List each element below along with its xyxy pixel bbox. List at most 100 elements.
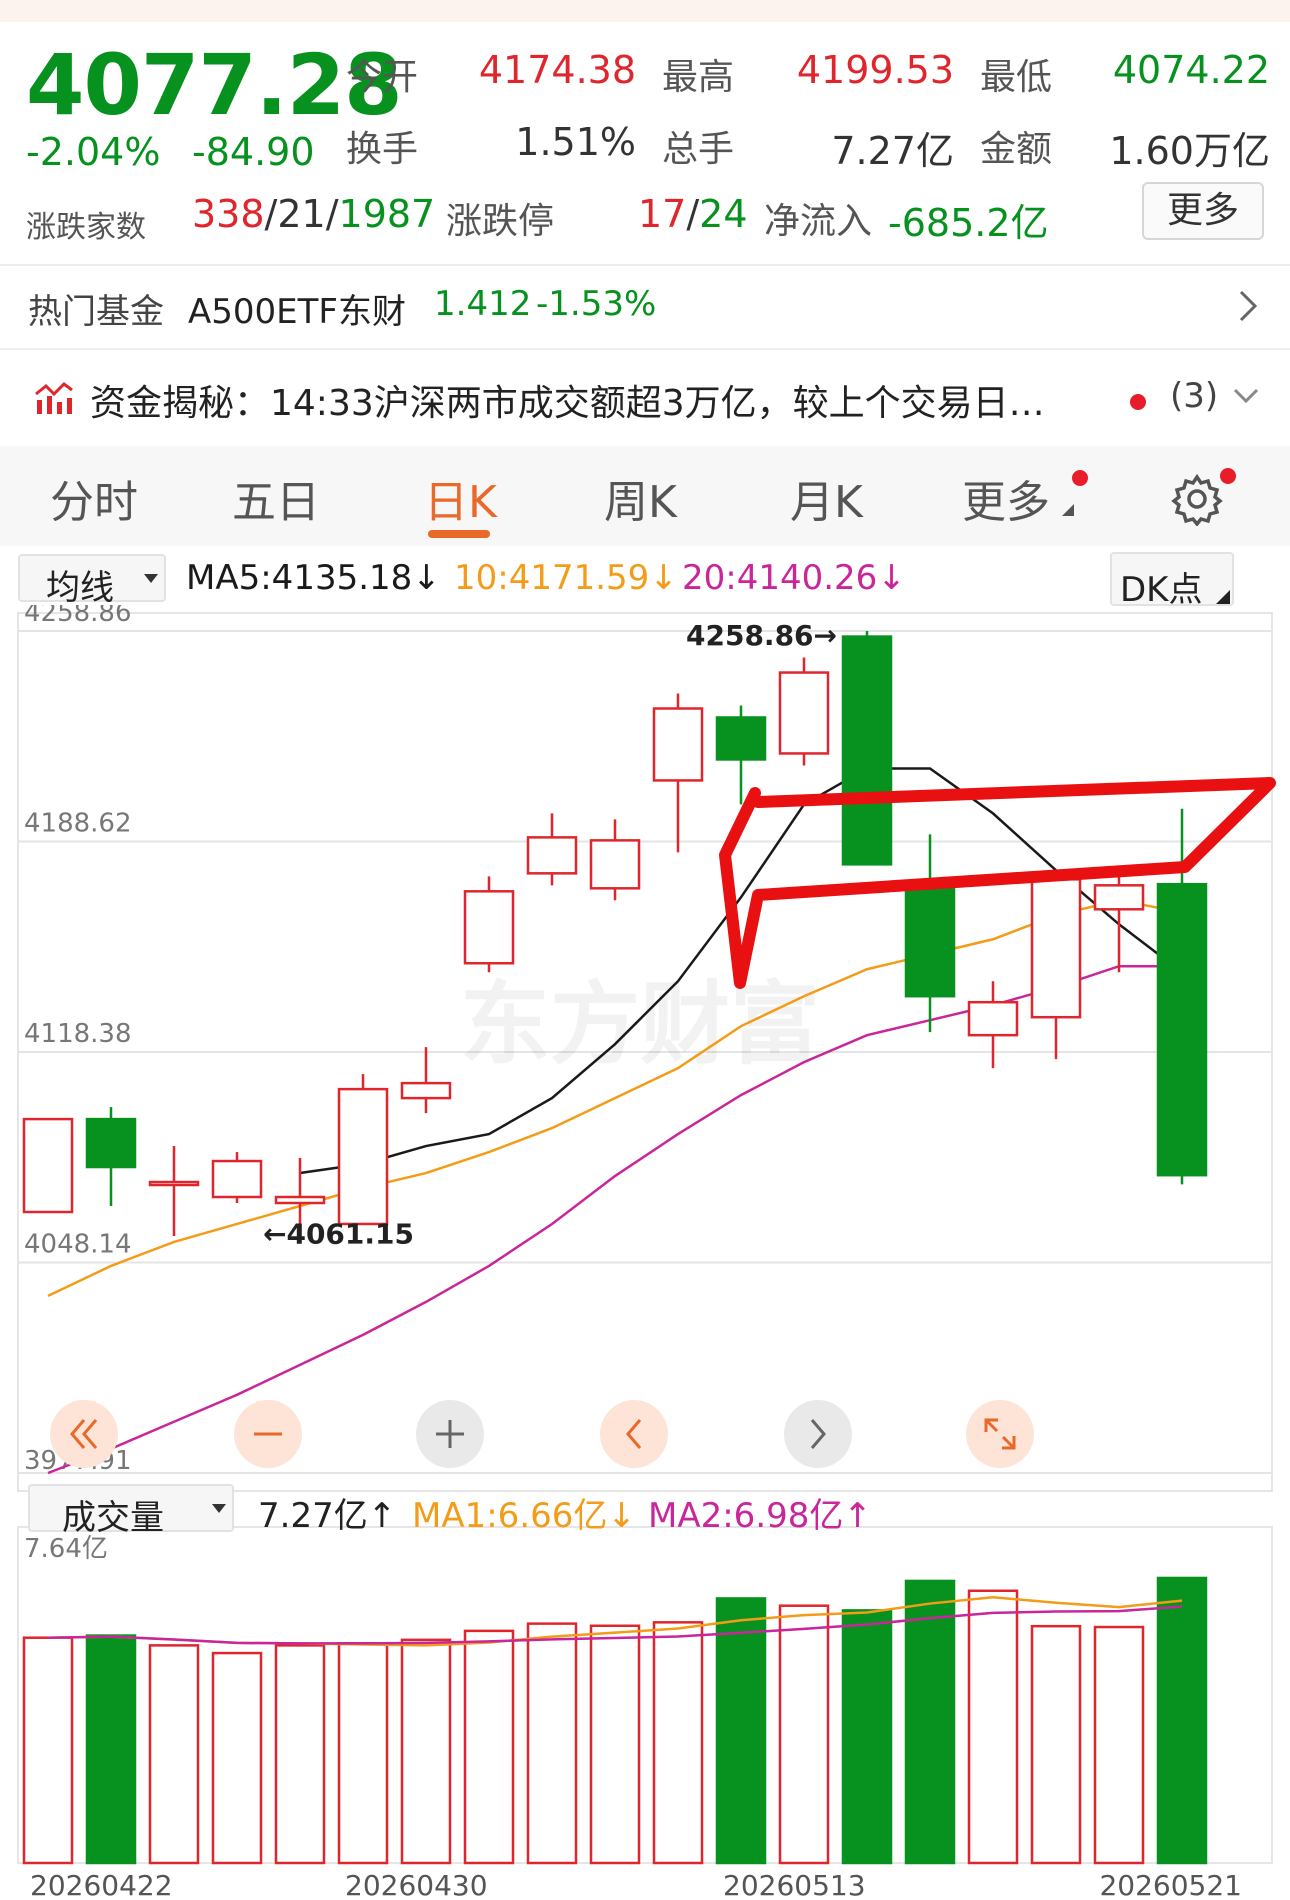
zoom-out-button[interactable]: [234, 1400, 302, 1468]
expand-chart-button[interactable]: [966, 1400, 1034, 1468]
candle-up: [652, 707, 704, 782]
volume-bar-down: [1156, 1576, 1208, 1865]
volume-bar-up: [778, 1604, 830, 1865]
volume-bar-down: [904, 1579, 956, 1865]
date-tick-label: 20260513: [723, 1869, 866, 1900]
limit-counts: 17/24: [638, 192, 748, 236]
chart-icon: [35, 382, 73, 414]
volume-bar-down: [85, 1634, 137, 1865]
unread-dot: [1130, 394, 1146, 410]
top-strip: [0, 0, 1290, 22]
expand-icon: [984, 1418, 1016, 1450]
open-value: 4174.38: [478, 48, 636, 92]
active-tab-indicator: [428, 530, 490, 538]
low-value: 4074.22: [1112, 48, 1270, 92]
volume-value: 7.27亿: [831, 129, 954, 173]
date-tick-label: 20260422: [30, 1869, 173, 1900]
turnover-label: 换手: [346, 129, 419, 170]
dropdown-arrow-icon: [144, 574, 158, 583]
watermark-text: 东方财富: [460, 972, 820, 1077]
tab-five-day[interactable]: 五日: [232, 466, 320, 530]
breadth-label: 涨跌家数: [26, 210, 146, 245]
fund-name: A500ETF东财: [188, 292, 406, 332]
ma-indicator-bar: 均线 MA5:4135.18↓ 10:4171.59↓ 20:4140.26↓ …: [0, 548, 1290, 610]
candle-up: [1030, 878, 1082, 1019]
corner-triangle-icon: [1216, 590, 1230, 604]
scroll-left-button[interactable]: [600, 1400, 668, 1468]
candle-up: [337, 1087, 389, 1226]
kline-chart[interactable]: 4258.864188.624118.384048.143977.91东方财富4…: [0, 605, 1290, 1900]
settings-gear-icon[interactable]: [1170, 472, 1224, 526]
candle-up: [589, 839, 641, 890]
candle-up: [1093, 884, 1145, 911]
scroll-right-button[interactable]: [784, 1400, 852, 1468]
candle-down: [85, 1117, 137, 1169]
candle-up: [400, 1081, 452, 1100]
high-label: 最高: [662, 57, 735, 98]
candle-up: [22, 1117, 74, 1214]
dk-point-button[interactable]: DK点: [1110, 552, 1234, 610]
low-annotation: ←4061.15: [263, 1218, 414, 1251]
news-text: 资金揭秘：14:33沪深两市成交额超3万亿，较上个交易日…: [90, 383, 1045, 424]
tab-monthly-k[interactable]: 月K: [790, 466, 863, 530]
chevron-right-icon: [810, 1419, 826, 1449]
dropdown-arrow-icon: [212, 1504, 226, 1513]
plus-icon: [436, 1420, 464, 1448]
volume-bar-up: [211, 1651, 263, 1865]
volume-indicator-bar: 成交量 7.27亿↑ MA1:6.66亿↓ MA2:6.98亿↑: [0, 1478, 1290, 1538]
high-value: 4199.53: [796, 48, 954, 92]
settings-dot: [1220, 468, 1236, 484]
ma10-line: [47, 899, 1183, 1298]
volume-bar-up: [463, 1629, 515, 1865]
amount-label: 金额: [980, 129, 1053, 170]
tab-more[interactable]: 更多: [962, 466, 1050, 530]
ma-selector-dropdown[interactable]: 均线: [18, 554, 166, 608]
volume-bar-up: [400, 1638, 452, 1865]
volume-bar-up: [1093, 1625, 1145, 1865]
open-label: 今开: [346, 57, 419, 98]
zoom-in-button[interactable]: [416, 1400, 484, 1468]
price-tick-label: 4048.14: [24, 1230, 132, 1260]
period-tabs: 分时 五日 日K 周K 月K 更多: [0, 446, 1290, 546]
price-tick-label: 4258.86: [24, 605, 132, 628]
price-tick-label: 4118.38: [24, 1019, 132, 1049]
candle-up: [274, 1195, 326, 1205]
volume-bar-down: [841, 1609, 893, 1865]
volume-ma2: MA2:6.98亿↑: [648, 1496, 872, 1536]
fund-label: 热门基金: [28, 292, 164, 332]
chevron-down-icon: [1233, 388, 1259, 404]
volume-selector-dropdown[interactable]: 成交量: [28, 1484, 234, 1538]
chevron-left-icon: [626, 1419, 642, 1449]
candle-down: [841, 635, 893, 866]
double-chevron-left-icon: [70, 1419, 98, 1449]
turnover-value: 1.51%: [515, 120, 636, 164]
volume-bar-up: [652, 1621, 704, 1865]
ma10-value: 10:4171.59↓: [454, 558, 678, 598]
volume-bar-up: [1030, 1624, 1082, 1865]
volume-bar-up: [337, 1641, 389, 1865]
fund-price: 1.412: [434, 284, 532, 324]
volume-bar-up: [967, 1589, 1019, 1865]
netflow-label: 净流入: [764, 201, 873, 242]
corner-triangle-icon: [1062, 504, 1074, 516]
tab-daily-k[interactable]: 日K: [424, 466, 497, 530]
minus-icon: [254, 1432, 282, 1436]
date-tick-label: 20260430: [345, 1869, 488, 1900]
more-tab-dot: [1072, 470, 1088, 486]
candle-up: [148, 1180, 200, 1187]
ma5-value: MA5:4135.18↓: [186, 558, 441, 598]
volume-bar-up: [22, 1636, 74, 1865]
tab-weekly-k[interactable]: 周K: [604, 466, 677, 530]
netflow-value: -685.2亿: [888, 201, 1049, 245]
news-row[interactable]: 资金揭秘：14:33沪深两市成交额超3万亿，较上个交易日… (3): [0, 350, 1290, 442]
breadth-counts: 338/21/1987: [192, 192, 436, 236]
hot-fund-row[interactable]: 热门基金 A500ETF东财 1.412 -1.53%: [0, 266, 1290, 348]
tab-intraday[interactable]: 分时: [50, 466, 138, 530]
quote-more-button[interactable]: 更多: [1142, 182, 1264, 240]
volume-pane-frame: [17, 1526, 1273, 1864]
candle-up: [463, 890, 515, 965]
jump-start-button[interactable]: [50, 1400, 118, 1468]
candle-down: [904, 884, 956, 998]
quote-panel: 4077.28 -2.04% -84.90 今开 4174.38 最高 4199…: [0, 22, 1290, 264]
volume-bar-up: [274, 1644, 326, 1865]
